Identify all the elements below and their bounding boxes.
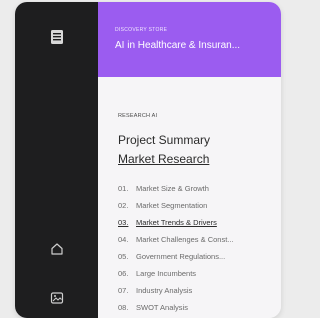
store-title[interactable]: AI in Healthcare & Insuran...	[115, 40, 277, 51]
toc-item-label: Market Challenges & Const...	[136, 235, 234, 244]
toc-item-label: Market Trends & Drivers	[136, 218, 217, 227]
table-of-contents: 01. Market Size & Growth 02. Market Segment…	[118, 180, 279, 318]
project-summary-link[interactable]: Project Summary	[118, 133, 210, 147]
toc-item-label: Large Incumbents	[136, 269, 197, 278]
toc-item-number: 06.	[118, 269, 129, 278]
toc-item[interactable]: 08. SWOT Analysis	[118, 299, 279, 316]
main-content: RESEARCH AI Project Summary Market Resea…	[98, 77, 281, 318]
section-label: RESEARCH AI	[118, 113, 158, 119]
sidebar	[15, 2, 98, 318]
toc-item-number: 07.	[118, 286, 129, 295]
toc-item[interactable]: 02. Market Segmentation	[118, 197, 279, 214]
store-label: DISCOVERY STORE	[115, 27, 168, 33]
toc-item-label: Industry Analysis	[136, 286, 193, 295]
toc-item-number: 01.	[118, 184, 129, 193]
toc-item-number: 02.	[118, 201, 129, 210]
toc-item-label: Market Segmentation	[136, 201, 208, 210]
document-stack-icon[interactable]	[50, 29, 64, 50]
market-research-link[interactable]: Market Research	[118, 152, 209, 166]
toc-item-label: SWOT Analysis	[136, 303, 188, 312]
toc-item[interactable]: 06. Large Incumbents	[118, 265, 279, 282]
toc-item-number: 05.	[118, 252, 129, 261]
toc-item[interactable]: 04. Market Challenges & Const...	[118, 231, 279, 248]
toc-item-number: 03.	[118, 218, 129, 227]
toc-item[interactable]: 07. Industry Analysis	[118, 282, 279, 299]
toc-item[interactable]: 05. Government Regulations...	[118, 248, 279, 265]
toc-item-label: Government Regulations...	[136, 252, 226, 261]
toc-item-label: Market Size & Growth	[136, 184, 209, 193]
toc-item-number: 04.	[118, 235, 129, 244]
home-icon[interactable]	[50, 242, 64, 261]
image-icon[interactable]	[50, 291, 64, 310]
toc-item-number: 08.	[118, 303, 129, 312]
header-banner: DISCOVERY STORE AI in Healthcare & Insur…	[98, 2, 281, 77]
toc-item[interactable]: 03. Market Trends & Drivers	[118, 214, 279, 231]
app-window: DISCOVERY STORE AI in Healthcare & Insur…	[15, 2, 281, 318]
toc-item[interactable]: 01. Market Size & Growth	[118, 180, 279, 197]
